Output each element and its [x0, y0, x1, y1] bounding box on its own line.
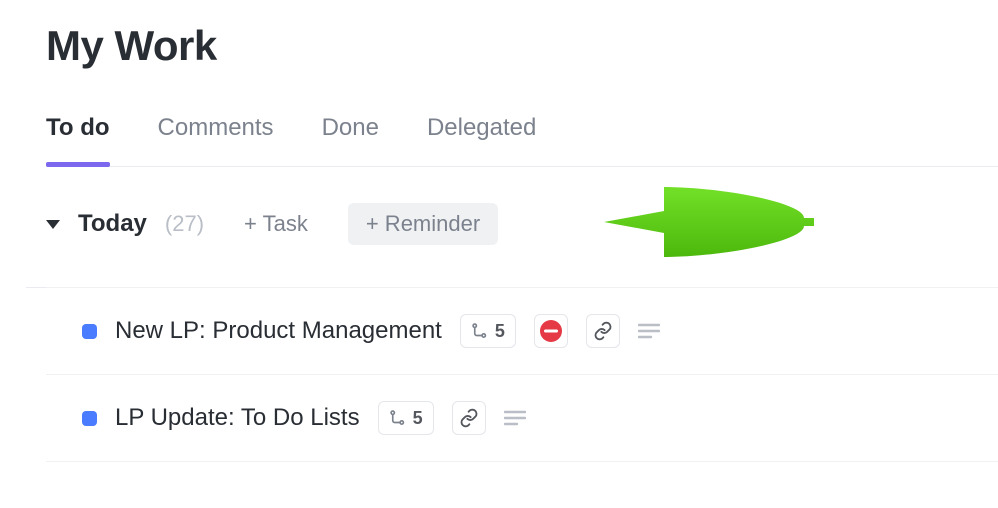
callout-arrow-icon [604, 177, 824, 272]
description-icon [504, 410, 526, 426]
blocked-badge[interactable] [534, 314, 568, 348]
subtask-icon [471, 322, 489, 340]
add-reminder-label: + Reminder [366, 211, 480, 237]
section-title: Today [78, 210, 147, 238]
description-icon [638, 323, 660, 339]
subtask-count-badge[interactable]: 5 [378, 401, 434, 435]
tab-delegated[interactable]: Delegated [427, 114, 536, 166]
tab-done[interactable]: Done [322, 114, 379, 166]
task-title: LP Update: To Do Lists [115, 404, 360, 432]
link-icon [593, 321, 613, 341]
add-task-label: + Task [244, 211, 308, 237]
task-title: New LP: Product Management [115, 317, 442, 345]
link-badge[interactable] [452, 401, 486, 435]
tab-todo[interactable]: To do [46, 114, 110, 166]
subtask-count: 5 [413, 408, 423, 429]
subtask-count: 5 [495, 321, 505, 342]
task-status-icon[interactable] [82, 324, 97, 339]
task-list: New LP: Product Management 5 [46, 287, 998, 462]
tab-comments[interactable]: Comments [158, 114, 274, 166]
task-status-icon[interactable] [82, 411, 97, 426]
tabs-bar: To do Comments Done Delegated [46, 114, 998, 167]
link-badge[interactable] [586, 314, 620, 348]
add-task-button[interactable]: + Task [226, 203, 326, 245]
task-row[interactable]: LP Update: To Do Lists 5 [46, 374, 998, 462]
add-reminder-button[interactable]: + Reminder [348, 203, 498, 245]
subtask-icon [389, 409, 407, 427]
subtask-count-badge[interactable]: 5 [460, 314, 516, 348]
section-header: Today (27) + Task + Reminder [46, 203, 998, 245]
section-count: (27) [165, 211, 204, 237]
task-row[interactable]: New LP: Product Management 5 [46, 287, 998, 375]
blocked-icon [540, 320, 562, 342]
link-icon [459, 408, 479, 428]
collapse-caret-icon[interactable] [46, 220, 60, 229]
page-title: My Work [46, 22, 998, 70]
